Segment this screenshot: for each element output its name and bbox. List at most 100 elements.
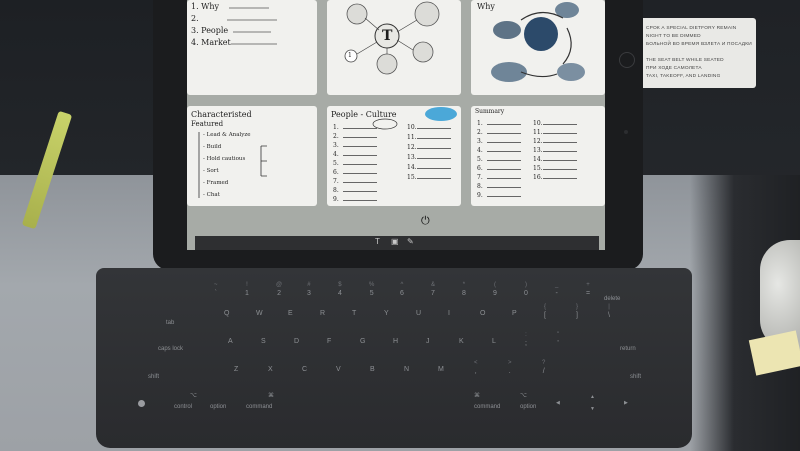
key-6[interactable]: ^ 6 [400, 282, 404, 297]
handwriting-stroke [417, 148, 451, 149]
key-o[interactable]: O [480, 310, 485, 317]
option-symbol: ⌥ [190, 393, 197, 399]
key-4[interactable]: $4 [338, 282, 342, 297]
summary-card[interactable]: Summary 1. 2. 3. 4. 5. 6. 7. 8. 9. 10. 11. 12. 13. 1… [471, 106, 605, 206]
outline-card[interactable]: Characteristed Featured - Lead & Analyze… [187, 106, 317, 206]
space-bar[interactable] [286, 398, 466, 412]
key-=[interactable]: + = [586, 282, 590, 297]
sign-line: THE SEAT BELT WHILE SEATED [646, 58, 724, 63]
key-5[interactable]: % 5 [369, 282, 374, 297]
scribble [227, 7, 277, 45]
list-number: 2. [477, 129, 483, 136]
key-label: Z [234, 366, 239, 373]
diagram-card[interactable]: Why [471, 0, 605, 95]
key-h[interactable]: H [393, 338, 398, 345]
key-bracket[interactable]: {[ [544, 304, 546, 319]
key-label: 2 [277, 290, 281, 297]
key-y[interactable]: Y [384, 310, 389, 317]
command-right-key[interactable]: command [474, 404, 500, 410]
delete-key[interactable]: delete [604, 296, 620, 302]
key--[interactable]: _ - [555, 282, 558, 297]
key-label: [ [544, 312, 546, 319]
key-3[interactable]: #3 [307, 282, 311, 297]
shift-right-key[interactable]: shift [630, 374, 641, 380]
key-`[interactable]: ~ ` [214, 282, 218, 297]
list-number: 7. [477, 174, 483, 181]
list-number: 4. [477, 147, 483, 154]
key-punct[interactable]: ? / [542, 360, 545, 375]
key-i[interactable]: I [448, 310, 450, 317]
key-z[interactable]: Z [234, 366, 238, 373]
key-bracket[interactable]: | \ [608, 304, 610, 319]
key-9[interactable]: (9 [493, 282, 497, 297]
key-label: W [256, 310, 263, 317]
key-n[interactable]: N [404, 366, 409, 373]
key-l[interactable]: L [492, 338, 496, 345]
key-f[interactable]: F [327, 338, 331, 345]
arrow-down-key[interactable]: ▼ [590, 406, 595, 412]
key-0[interactable]: ) 0 [524, 282, 528, 297]
camera-icon[interactable]: ▣ [391, 237, 399, 246]
list-number: 16. [533, 174, 543, 181]
option-right-key[interactable]: option [520, 404, 536, 410]
key-x[interactable]: X [268, 366, 273, 373]
mindmap-card[interactable]: T 1 [327, 0, 461, 95]
control-key[interactable]: control [174, 404, 192, 410]
tab-key[interactable]: tab [166, 320, 174, 326]
command-left-key[interactable]: command [246, 404, 272, 410]
key-m[interactable]: M [438, 366, 444, 373]
key-c[interactable]: C [302, 366, 307, 373]
key-p[interactable]: P [512, 310, 517, 317]
key-punct[interactable]: >. [508, 360, 512, 375]
list-card[interactable]: People - Culture 1. 2. 3. 4. 5. 6. 7. 8. 9. 10. 1… [327, 106, 461, 206]
key-q[interactable]: Q [224, 310, 229, 317]
key-punct[interactable]: <, [474, 360, 478, 375]
return-key[interactable]: return [620, 346, 636, 352]
key-8[interactable]: * 8 [462, 282, 466, 297]
list-number: 13. [407, 154, 417, 161]
arrow-up-key[interactable]: ▲ [590, 394, 595, 400]
arrow-left-key[interactable]: ◀ [556, 400, 560, 406]
key-u[interactable]: U [416, 310, 421, 317]
handwriting-stroke [343, 146, 377, 147]
key-label: Y [384, 310, 389, 317]
key-v[interactable]: V [336, 366, 341, 373]
key-w[interactable]: W [256, 310, 263, 317]
caps-lock-key[interactable]: caps lock [158, 346, 183, 352]
key-r[interactable]: R [320, 310, 325, 317]
key-b[interactable]: B [370, 366, 375, 373]
option-left-key[interactable]: option [210, 404, 226, 410]
shift-left-key[interactable]: shift [148, 374, 159, 380]
key-d[interactable]: D [294, 338, 299, 345]
key-punct[interactable]: " ' [557, 332, 559, 347]
key-punct[interactable]: :; [525, 332, 527, 347]
key-2[interactable]: @2 [276, 282, 282, 297]
key-label: 7 [431, 290, 435, 297]
key-label: 8 [462, 290, 466, 297]
key-g[interactable]: G [360, 338, 365, 345]
key-7[interactable]: & 7 [431, 282, 435, 297]
key-t[interactable]: T [352, 310, 356, 317]
key-1[interactable]: ! 1 [245, 282, 249, 297]
handwriting-stroke [343, 182, 377, 183]
list-number: 5. [477, 156, 483, 163]
key-shift-label: ! [246, 282, 248, 288]
key-bracket[interactable]: }] [576, 304, 578, 319]
text-tool-icon[interactable]: T [375, 237, 380, 246]
key-shift-label: ( [493, 282, 496, 288]
globe-key[interactable] [138, 400, 145, 407]
key-s[interactable]: S [261, 338, 266, 345]
home-button[interactable] [619, 52, 635, 68]
list-number: 13. [533, 147, 543, 154]
key-k[interactable]: K [459, 338, 464, 345]
arrow-right-key[interactable]: ▶ [624, 400, 628, 406]
key-a[interactable]: A [228, 338, 233, 345]
pen-tool-icon[interactable]: ✎ [407, 237, 414, 246]
key-shift-label: ^ [400, 282, 404, 288]
sign-line: TAXI, TAKEOFF, AND LANDING [646, 74, 721, 79]
key-j[interactable]: J [426, 338, 430, 345]
key-e[interactable]: E [288, 310, 293, 317]
power-icon[interactable]: ⏻ [421, 215, 430, 228]
note-card[interactable]: 1. Why 2. 3. People 4. Market [187, 0, 317, 95]
key-label: ` [214, 290, 217, 297]
